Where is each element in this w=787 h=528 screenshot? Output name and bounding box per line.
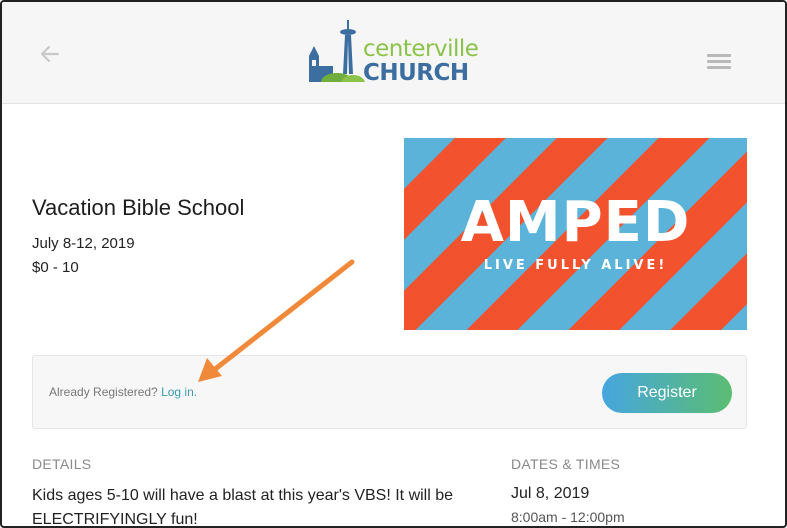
top-navbar: centerville CHURCH — [2, 2, 785, 104]
login-link[interactable]: Log in — [161, 385, 194, 399]
banner-title: AMPED — [460, 190, 691, 255]
logo-word-centerville: centerville — [363, 36, 479, 62]
church-logo[interactable]: centerville CHURCH — [307, 16, 479, 88]
event-session-date: Jul 8, 2019 — [511, 485, 590, 502]
logo-word-church: CHURCH — [363, 60, 469, 86]
registration-panel: Already Registered? Log in. Register — [32, 355, 747, 429]
event-price: $0 - 10 — [32, 259, 79, 276]
app-frame: centerville CHURCH Vacation Bible School… — [0, 0, 787, 528]
details-heading: DETAILS — [32, 456, 92, 472]
arrow-left-icon[interactable] — [36, 40, 64, 68]
event-title: Vacation Bible School — [32, 195, 245, 220]
dates-times-heading: DATES & TIMES — [511, 456, 621, 472]
event-date: July 8-12, 2019 — [32, 235, 135, 252]
hamburger-menu-icon[interactable] — [707, 54, 731, 72]
login-suffix: . — [193, 385, 198, 399]
event-session-time: 8:00am - 12:00pm — [511, 509, 625, 525]
banner-subtitle: LIVE FULLY ALIVE! — [483, 258, 668, 273]
already-registered-label: Already Registered? — [49, 385, 158, 399]
register-button[interactable]: Register — [602, 373, 732, 413]
event-banner-image: AMPED LIVE FULLY ALIVE! — [404, 138, 747, 330]
details-description: Kids ages 5-10 will have a blast at this… — [32, 487, 454, 528]
already-registered-text: Already Registered? Log in. — [49, 385, 197, 399]
logo-mark-icon — [307, 20, 367, 88]
